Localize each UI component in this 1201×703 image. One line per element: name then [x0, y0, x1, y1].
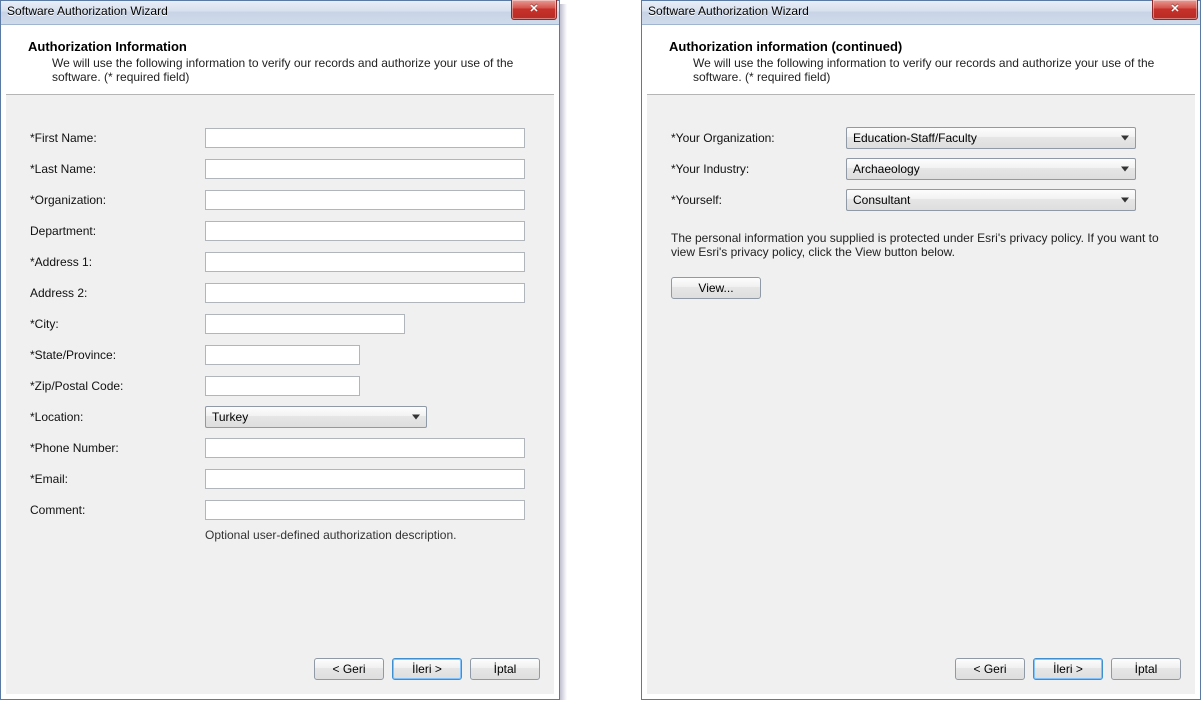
row-city: *City:	[30, 311, 530, 337]
page-subtitle: We will use the following information to…	[693, 56, 1173, 84]
address2-label: Address 2:	[30, 286, 205, 300]
your-organization-label: *Your Organization:	[671, 131, 846, 145]
view-button[interactable]: View...	[671, 277, 761, 299]
titlebar[interactable]: Software Authorization Wizard ✕	[642, 1, 1200, 25]
last-name-input[interactable]	[205, 159, 525, 179]
nav-row: < Geri İleri > İptal	[955, 658, 1181, 680]
next-button[interactable]: İleri >	[392, 658, 462, 680]
state-label: *State/Province:	[30, 348, 205, 362]
zip-input[interactable]	[205, 376, 360, 396]
header-pane: Authorization Information We will use th…	[6, 29, 554, 95]
form-pane: *Your Organization: Education-Staff/Facu…	[647, 95, 1195, 309]
chevron-down-icon	[1121, 167, 1129, 172]
cancel-button[interactable]: İptal	[1111, 658, 1181, 680]
client-area: Authorization Information We will use th…	[5, 28, 555, 695]
your-organization-select[interactable]: Education-Staff/Faculty	[846, 127, 1136, 149]
nav-row: < Geri İleri > İptal	[314, 658, 540, 680]
department-input[interactable]	[205, 221, 525, 241]
city-label: *City:	[30, 317, 205, 331]
row-first-name: *First Name:	[30, 125, 530, 151]
row-your-organization: *Your Organization: Education-Staff/Facu…	[671, 125, 1171, 151]
row-yourself: *Yourself: Consultant	[671, 187, 1171, 213]
page-title: Authorization information (continued)	[669, 39, 1179, 54]
chevron-down-icon	[1121, 136, 1129, 141]
email-label: *Email:	[30, 472, 205, 486]
close-icon: ✕	[529, 4, 538, 15]
row-comment: Comment:	[30, 497, 530, 523]
back-button[interactable]: < Geri	[955, 658, 1025, 680]
address2-input[interactable]	[205, 283, 525, 303]
organization-input[interactable]	[205, 190, 525, 210]
yourself-value: Consultant	[853, 193, 910, 207]
your-industry-select[interactable]: Archaeology	[846, 158, 1136, 180]
row-address1: *Address 1:	[30, 249, 530, 275]
state-input[interactable]	[205, 345, 360, 365]
phone-label: *Phone Number:	[30, 441, 205, 455]
department-label: Department:	[30, 224, 205, 238]
phone-input[interactable]	[205, 438, 525, 458]
close-icon: ✕	[1170, 4, 1179, 15]
location-label: *Location:	[30, 410, 205, 424]
comment-hint: Optional user-defined authorization desc…	[205, 528, 530, 542]
privacy-note: The personal information you supplied is…	[671, 231, 1161, 259]
close-button[interactable]: ✕	[1152, 0, 1198, 20]
your-industry-label: *Your Industry:	[671, 162, 846, 176]
row-department: Department:	[30, 218, 530, 244]
chevron-down-icon	[412, 415, 420, 420]
comment-label: Comment:	[30, 503, 205, 517]
page-title: Authorization Information	[28, 39, 538, 54]
yourself-select[interactable]: Consultant	[846, 189, 1136, 211]
address1-input[interactable]	[205, 252, 525, 272]
close-button[interactable]: ✕	[511, 0, 557, 20]
titlebar[interactable]: Software Authorization Wizard ✕	[1, 1, 559, 25]
cancel-button[interactable]: İptal	[470, 658, 540, 680]
email-input[interactable]	[205, 469, 525, 489]
next-button[interactable]: İleri >	[1033, 658, 1103, 680]
header-pane: Authorization information (continued) We…	[647, 29, 1195, 95]
row-location: *Location: Turkey	[30, 404, 530, 430]
zip-label: *Zip/Postal Code:	[30, 379, 205, 393]
address1-label: *Address 1:	[30, 255, 205, 269]
location-select[interactable]: Turkey	[205, 406, 427, 428]
location-value: Turkey	[212, 410, 248, 424]
back-button[interactable]: < Geri	[314, 658, 384, 680]
first-name-label: *First Name:	[30, 131, 205, 145]
row-email: *Email:	[30, 466, 530, 492]
chevron-down-icon	[1121, 198, 1129, 203]
window-title: Software Authorization Wizard	[648, 4, 809, 18]
row-zip: *Zip/Postal Code:	[30, 373, 530, 399]
row-last-name: *Last Name:	[30, 156, 530, 182]
window-shadow	[560, 4, 567, 700]
city-input[interactable]	[205, 314, 405, 334]
page-subtitle: We will use the following information to…	[52, 56, 532, 84]
yourself-label: *Yourself:	[671, 193, 846, 207]
your-organization-value: Education-Staff/Faculty	[853, 131, 977, 145]
form-pane: *First Name: *Last Name: *Organization: …	[6, 95, 554, 552]
first-name-input[interactable]	[205, 128, 525, 148]
last-name-label: *Last Name:	[30, 162, 205, 176]
row-phone: *Phone Number:	[30, 435, 530, 461]
comment-input[interactable]	[205, 500, 525, 520]
your-industry-value: Archaeology	[853, 162, 920, 176]
row-address2: Address 2:	[30, 280, 530, 306]
client-area: Authorization information (continued) We…	[646, 28, 1196, 695]
window-title: Software Authorization Wizard	[7, 4, 168, 18]
row-state: *State/Province:	[30, 342, 530, 368]
row-your-industry: *Your Industry: Archaeology	[671, 156, 1171, 182]
wizard-window-1: Software Authorization Wizard ✕ Authoriz…	[0, 0, 560, 700]
row-organization: *Organization:	[30, 187, 530, 213]
wizard-window-2: Software Authorization Wizard ✕ Authoriz…	[641, 0, 1201, 700]
organization-label: *Organization:	[30, 193, 205, 207]
